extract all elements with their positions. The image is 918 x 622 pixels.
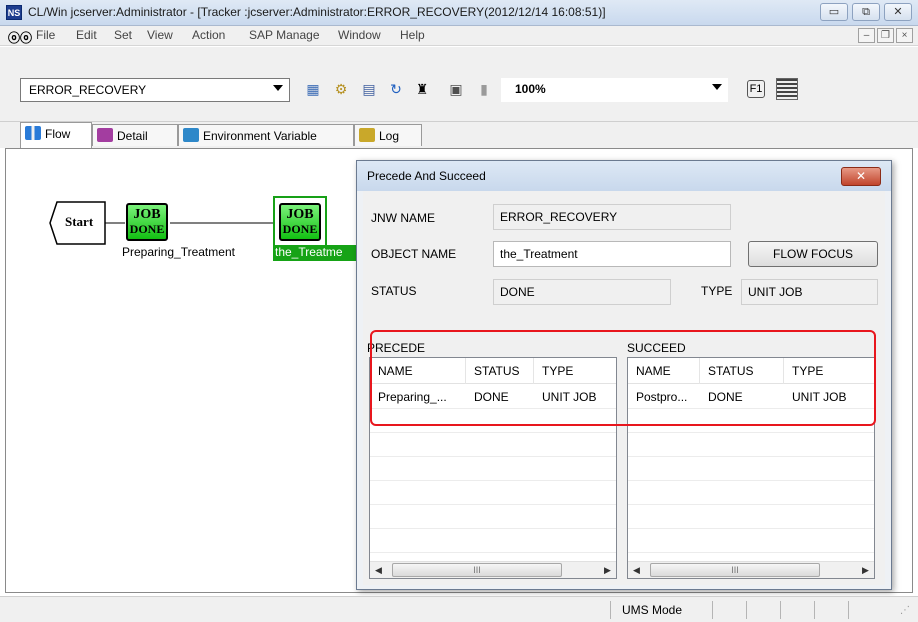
tree-icon[interactable]: ⚙	[331, 79, 351, 99]
status-separator	[610, 601, 611, 619]
refresh-icon[interactable]: ↻	[386, 79, 406, 99]
tab-environment-variable-label: Environment Variable	[203, 129, 317, 143]
job-node-type: JOB	[133, 207, 161, 222]
empty-row	[628, 505, 874, 529]
page-icon[interactable]: ▮	[474, 79, 494, 99]
zoom-select[interactable]: 100%	[501, 78, 728, 102]
dialog-close-button[interactable]: ✕	[841, 167, 881, 186]
tab-detail-label: Detail	[117, 129, 148, 143]
menu-file[interactable]: File	[36, 28, 55, 42]
jnw-name-label: JNW NAME	[371, 211, 435, 225]
diagram-icon[interactable]: ▦	[303, 79, 323, 99]
status-separator	[780, 601, 781, 619]
chevron-down-icon	[273, 85, 283, 91]
f1-help-icon[interactable]: F1	[747, 80, 765, 98]
resize-grip-icon[interactable]: ⋰	[900, 605, 910, 616]
scroll-right-icon[interactable]: ▶	[857, 562, 874, 578]
book-icon	[183, 128, 199, 142]
scroll-right-icon[interactable]: ▶	[599, 562, 616, 578]
menu-set[interactable]: Set	[114, 28, 132, 42]
type-field: UNIT JOB	[741, 279, 878, 305]
chevron-down-icon	[712, 84, 722, 90]
empty-row	[370, 529, 616, 553]
empty-row	[628, 481, 874, 505]
job-node-the-treatment[interactable]: JOB DONE	[279, 203, 321, 241]
job-list-icon[interactable]	[776, 78, 798, 100]
app-logo-icon: NS	[6, 5, 22, 20]
mdi-restore-button[interactable]: ❐	[877, 28, 894, 43]
status-bar: UMS Mode ⋰	[0, 596, 918, 622]
job-node-label: Preparing_Treatment	[122, 245, 235, 259]
dialog-title-bar[interactable]: Precede And Succeed ✕	[357, 161, 891, 191]
window-title: CL/Win jcserver:Administrator - [Tracker…	[28, 5, 606, 19]
empty-row	[628, 529, 874, 553]
flow-icon	[25, 126, 41, 140]
tab-log-label: Log	[379, 129, 400, 143]
jnw-name-field: ERROR_RECOVERY	[493, 204, 731, 230]
type-label: TYPE	[701, 284, 733, 298]
layout-icon[interactable]: ▤	[359, 79, 379, 99]
scroll-left-icon[interactable]: ◀	[628, 562, 645, 578]
object-name-field: the_Treatment	[493, 241, 731, 267]
tab-flow[interactable]: Flow	[20, 122, 92, 148]
scrollbar-thumb[interactable]: III	[392, 563, 562, 577]
empty-row	[370, 481, 616, 505]
empty-row	[628, 433, 874, 457]
empty-row	[370, 433, 616, 457]
status-separator	[814, 601, 815, 619]
empty-row	[628, 457, 874, 481]
tab-detail[interactable]: Detail	[92, 124, 178, 146]
annotation-highlight	[370, 330, 876, 426]
mdi-minimize-button[interactable]: –	[858, 28, 875, 43]
tab-flow-label: Flow	[45, 127, 71, 141]
menu-sap-manage[interactable]: SAP Manage	[249, 28, 320, 42]
precede-horizontal-scrollbar[interactable]: ◀ III ▶	[370, 561, 616, 578]
window-title-bar[interactable]: NS CL/Win jcserver:Administrator - [Trac…	[0, 0, 918, 26]
status-field: DONE	[493, 279, 671, 305]
status-separator	[712, 601, 713, 619]
tab-log[interactable]: Log	[354, 124, 422, 146]
dialog-title: Precede And Succeed	[367, 169, 486, 183]
close-button[interactable]: ✕	[884, 3, 912, 21]
job-node-status: DONE	[282, 222, 318, 236]
menu-edit[interactable]: Edit	[76, 28, 97, 42]
status-separator	[848, 601, 849, 619]
book-icon	[97, 128, 113, 142]
mdi-close-button[interactable]: ×	[896, 28, 913, 43]
binoculars-icon[interactable]: ♜	[412, 79, 432, 99]
status-separator	[746, 601, 747, 619]
jobnet-select[interactable]: ERROR_RECOVERY	[20, 78, 290, 102]
restore-button[interactable]: ⧉	[852, 3, 880, 21]
menu-bar: ⓞⓞ File Edit Set View Action SAP Manage …	[0, 26, 918, 46]
job-node-preparing-treatment[interactable]: JOB DONE	[126, 203, 168, 241]
start-node[interactable]: Start	[65, 214, 93, 230]
empty-row	[370, 505, 616, 529]
mdi-child-icon[interactable]: ⓞⓞ	[8, 29, 32, 46]
minimize-button[interactable]: ▭	[820, 3, 848, 21]
job-node-status: DONE	[129, 222, 165, 236]
print-preview-icon[interactable]: ▣	[446, 79, 466, 99]
flow-focus-button[interactable]: FLOW FOCUS	[748, 241, 878, 267]
menu-window[interactable]: Window	[338, 28, 381, 42]
status-label: STATUS	[371, 284, 417, 298]
empty-row	[370, 457, 616, 481]
job-node-label-selected: the_Treatme	[273, 245, 357, 261]
menu-help[interactable]: Help	[400, 28, 425, 42]
status-mode: UMS Mode	[622, 603, 683, 617]
jobnet-select-value: ERROR_RECOVERY	[29, 83, 147, 97]
menu-action[interactable]: Action	[192, 28, 225, 42]
object-name-label: OBJECT NAME	[371, 247, 457, 261]
scrollbar-thumb[interactable]: III	[650, 563, 820, 577]
menu-view[interactable]: View	[147, 28, 173, 42]
tab-environment-variable[interactable]: Environment Variable	[178, 124, 354, 146]
succeed-horizontal-scrollbar[interactable]: ◀ III ▶	[628, 561, 874, 578]
book-icon	[359, 128, 375, 142]
zoom-select-value: 100%	[515, 82, 546, 96]
scroll-left-icon[interactable]: ◀	[370, 562, 387, 578]
job-node-type: JOB	[286, 207, 314, 222]
